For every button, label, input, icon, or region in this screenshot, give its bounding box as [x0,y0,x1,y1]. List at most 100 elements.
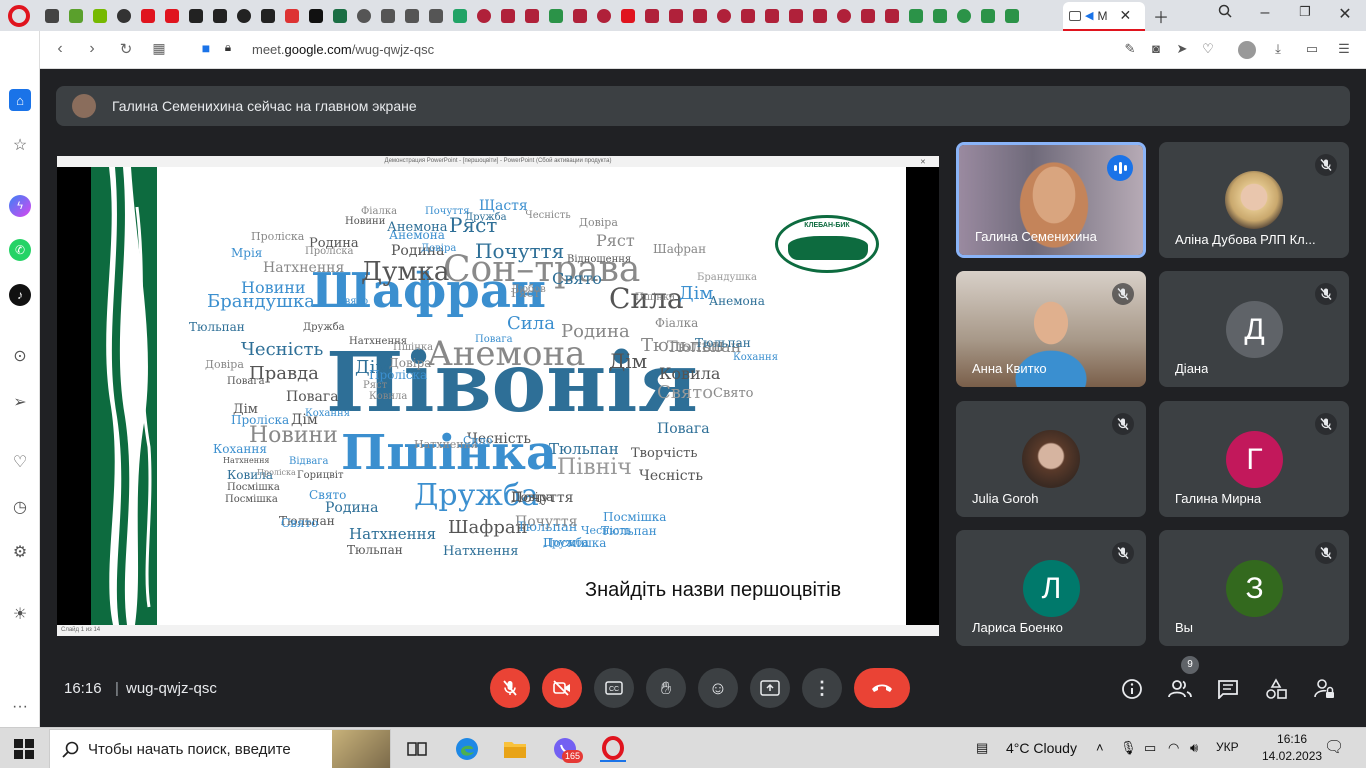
opera-taskbar-icon[interactable] [600,736,626,762]
settings-icon[interactable]: ⚙ [9,541,31,563]
edit-icon[interactable]: ✎ [1122,41,1138,57]
lock-icon[interactable]: 🔒︎ [218,40,238,55]
taskbar-clock[interactable]: 16:16 14.02.2023 [1262,731,1322,765]
send-icon[interactable]: ➤ [1174,41,1190,57]
captions-button[interactable]: CC [594,668,634,708]
pinned-tab[interactable] [904,4,927,28]
file-explorer-icon[interactable] [502,736,528,762]
player-icon[interactable]: ⊙ [9,345,31,367]
opera-menu-icon[interactable] [8,5,30,27]
pinned-tab[interactable] [856,4,879,28]
camera-off-button[interactable] [542,668,582,708]
pinned-tab[interactable] [88,4,111,28]
pinned-tab[interactable] [424,4,447,28]
participant-tile[interactable]: З Вы [1159,530,1349,646]
pinned-tab[interactable] [688,4,711,28]
pinned-tab[interactable] [304,4,327,28]
pinned-tab[interactable] [592,4,615,28]
windows-start-icon[interactable] [14,739,34,759]
participant-tile[interactable]: Л Лариса Боенко [956,530,1146,646]
host-controls-button[interactable] [1312,677,1336,701]
back-button[interactable]: ‹ [50,40,70,58]
pinned-tab[interactable] [400,4,423,28]
people-button[interactable] [1168,677,1192,701]
pinned-tab[interactable] [232,4,255,28]
forward-button[interactable]: › [82,40,102,58]
flow-icon[interactable]: ➢ [9,391,31,413]
participant-tile[interactable]: Аліна Дубова РЛП Кл... [1159,142,1349,258]
pinned-tab[interactable] [736,4,759,28]
pinned-tab[interactable] [880,4,903,28]
notifications-icon[interactable]: 🗨︎ [1324,737,1344,757]
participant-tile[interactable]: Г Галина Мирна [1159,401,1349,517]
pinned-tab[interactable] [376,4,399,28]
pinned-tab[interactable] [832,4,855,28]
tiktok-icon[interactable]: ♪ [9,284,31,306]
mic-off-button[interactable] [490,668,530,708]
pinned-tab[interactable] [280,4,303,28]
pinned-tab[interactable] [712,4,735,28]
weather-text[interactable]: 4°C Cloudy [1006,740,1077,756]
reload-icon[interactable]: ↻ [116,40,136,58]
messenger-icon[interactable]: ϟ [9,195,31,217]
pinned-tab[interactable] [184,4,207,28]
pinned-tab[interactable] [640,4,663,28]
pinned-tab[interactable] [160,4,183,28]
new-tab-button[interactable]: ＋ [1150,4,1172,28]
more-icon[interactable]: ··· [9,696,31,718]
battery-icon[interactable]: ▭ [1144,740,1156,756]
download-icon[interactable]: ⤓ [1270,41,1286,57]
more-options-button[interactable]: ⋮ [802,668,842,708]
pinned-tab[interactable] [952,4,975,28]
history-icon[interactable]: ◷ [9,496,31,518]
reactions-button[interactable]: ☺ [698,668,738,708]
participant-tile[interactable]: Галина Семенихина [956,142,1146,258]
pinned-tab[interactable] [496,4,519,28]
heart-icon[interactable]: ♡ [1200,41,1216,57]
pinned-tab[interactable] [112,4,135,28]
pinned-tab[interactable] [976,4,999,28]
pinned-tab[interactable] [1000,4,1023,28]
pinned-tab[interactable] [448,4,471,28]
star-icon[interactable]: ☆ [9,134,31,156]
close-window-button[interactable]: ✕ [1334,4,1356,24]
active-tab[interactable]: ◀ M ✕ [1063,2,1145,31]
pinned-tab[interactable] [808,4,831,28]
raise-hand-button[interactable]: ✋︎ [646,668,686,708]
pinned-tab[interactable] [208,4,231,28]
url-field[interactable]: meet.google.com/wug-qwjz-qsc [252,42,434,57]
close-tab-icon[interactable]: ✕ [1119,7,1131,24]
speaker-icon[interactable]: ◀ [1085,9,1093,22]
pinned-tab[interactable] [472,4,495,28]
easy-setup-icon[interactable]: ☰ [1336,41,1352,57]
chat-button[interactable] [1216,677,1240,701]
microphone-tray-icon[interactable]: 🎙︎ [1120,740,1137,756]
pinned-tab[interactable] [64,4,87,28]
favorites-icon[interactable]: ♡ [9,451,31,473]
leave-call-button[interactable] [854,668,910,708]
pinned-tab[interactable] [328,4,351,28]
task-view-icon[interactable] [404,736,430,762]
pinned-tab[interactable] [352,4,375,28]
pinned-tab[interactable] [568,4,591,28]
pinned-tab[interactable] [40,4,63,28]
whatsapp-icon[interactable]: ✆ [9,239,31,261]
pinned-tab[interactable] [664,4,687,28]
taskbar-search[interactable]: Чтобы начать поиск, введите [49,729,391,768]
volume-icon[interactable]: 🔊︎ [1190,740,1198,756]
participant-tile[interactable]: Д Діана [1159,271,1349,387]
pinned-tab[interactable] [784,4,807,28]
battery-saver-icon[interactable]: ▭ [1304,41,1320,57]
search-tabs-icon[interactable] [1214,4,1236,23]
present-button[interactable] [750,668,790,708]
meeting-details-button[interactable] [1120,677,1144,701]
tips-icon[interactable]: ☀ [9,603,31,625]
pinned-tab[interactable] [256,4,279,28]
pinned-tab[interactable] [136,4,159,28]
network-icon[interactable]: ◠ [1168,740,1179,756]
pinned-tab[interactable] [616,4,639,28]
pinned-tab[interactable] [544,4,567,28]
pp-close-icon[interactable]: ✕ [920,158,926,166]
activities-button[interactable] [1264,677,1288,701]
restore-button[interactable]: ❐ [1294,4,1316,20]
